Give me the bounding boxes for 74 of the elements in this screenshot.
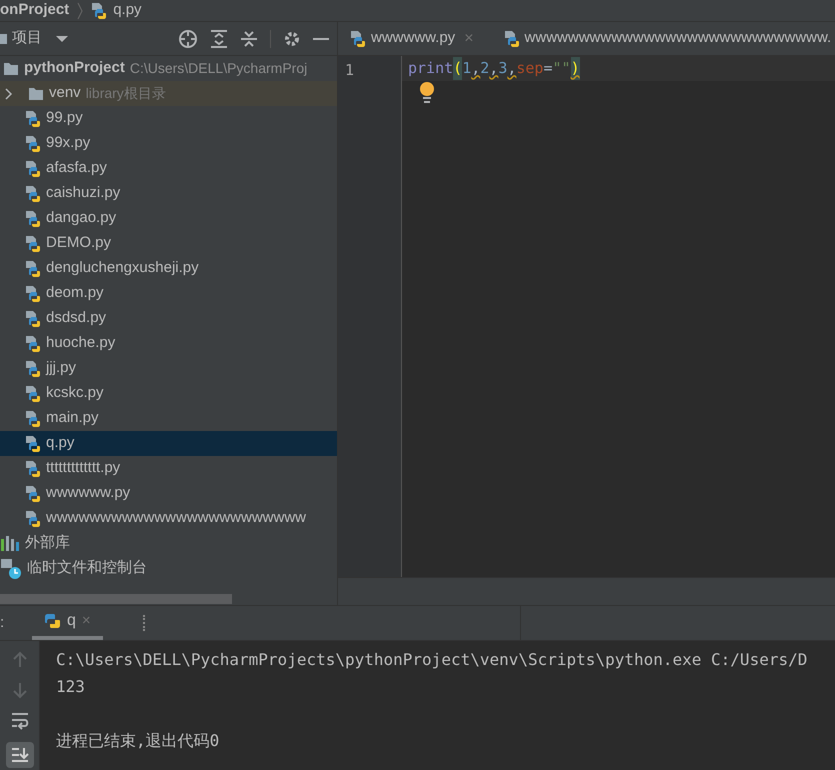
- python-file-icon: [25, 185, 41, 202]
- tree-item[interactable]: q.py: [46, 432, 74, 455]
- settings-icon: [283, 30, 301, 48]
- breadcrumb-item[interactable]: onProject: [0, 0, 70, 22]
- libraries-icon: [0, 535, 20, 552]
- tree-item[interactable]: afasfa.py: [46, 157, 107, 180]
- scroll-to-end-button[interactable]: [6, 742, 34, 768]
- tree-item[interactable]: main.py: [46, 407, 99, 430]
- panel-title: 项目: [12, 28, 42, 48]
- breadcrumb-item[interactable]: q.py: [113, 0, 142, 22]
- python-file-icon: [25, 285, 41, 302]
- python-file-icon: [504, 30, 520, 47]
- python-file-icon: [25, 260, 41, 277]
- python-file-icon: [350, 30, 366, 47]
- line-number: 1: [345, 60, 356, 81]
- tree-item[interactable]: 99x.py: [46, 132, 90, 155]
- up-arrow-icon: [12, 651, 28, 669]
- panel-label: :: [0, 612, 6, 633]
- minimize-icon: [313, 38, 329, 40]
- down-arrow-icon: [12, 681, 28, 699]
- tree-item[interactable]: 99.py: [46, 107, 83, 130]
- horizontal-scrollbar[interactable]: [0, 594, 232, 604]
- path-hint: C:\Users\DELL\PycharmProj: [130, 59, 308, 78]
- python-file-icon: [25, 435, 41, 452]
- tree-item[interactable]: dsdsd.py: [46, 307, 106, 330]
- python-file-icon: [25, 385, 41, 402]
- python-file-icon: [25, 410, 41, 427]
- tree-item[interactable]: kcskc.py: [46, 382, 104, 405]
- tree-item[interactable]: deom.py: [46, 282, 104, 305]
- console-line: 进程已结束,退出代码0: [56, 730, 220, 752]
- tree-item[interactable]: dangao.py: [46, 207, 116, 230]
- path-hint: library根目录: [86, 84, 166, 103]
- run-tab[interactable]: q ×: [32, 606, 103, 640]
- console-line: C:\Users\DELL\PycharmProjects\pythonProject\venv\Scripts\python.exe C:/Users/D: [56, 649, 808, 671]
- lightbulb-icon: [419, 82, 435, 103]
- tree-item[interactable]: ttttttttttttt.py: [46, 457, 120, 480]
- console-line: 123: [56, 676, 86, 698]
- collapse-all-icon: [240, 30, 258, 48]
- python-file-icon: [25, 360, 41, 377]
- python-file-icon: [25, 110, 41, 127]
- python-file-icon: [25, 460, 41, 477]
- python-file-icon: [25, 210, 41, 227]
- tree-item[interactable]: dengluchengxusheji.py: [46, 257, 199, 280]
- tree-item[interactable]: wwwwww.py: [46, 482, 130, 505]
- project-icon: [0, 32, 7, 46]
- tree-item[interactable]: venv: [49, 82, 81, 105]
- folder-icon: [28, 86, 44, 102]
- python-file-icon: [25, 335, 41, 352]
- tree-item[interactable]: wwwwwwwwwwwwwwwwwwwwwwww: [46, 507, 306, 530]
- scratch-clock-icon: [0, 558, 22, 580]
- soft-wrap-icon: [10, 711, 28, 730]
- python-file-icon: [25, 160, 41, 177]
- python-file-icon: [25, 135, 41, 152]
- python-file-icon: [25, 510, 41, 527]
- tree-item[interactable]: huoche.py: [46, 332, 116, 355]
- python-file-icon: [25, 485, 41, 502]
- python-file-icon: [91, 2, 108, 19]
- expand-all-icon: [210, 30, 228, 48]
- scroll-to-end-icon: [10, 747, 28, 763]
- tree-item[interactable]: DEMO.py: [46, 232, 112, 255]
- tree-item[interactable]: caishuzi.py: [46, 182, 120, 205]
- python-icon: [44, 613, 61, 629]
- locate-icon: [178, 28, 198, 48]
- tree-item[interactable]: 外部库: [25, 532, 70, 555]
- editor-tab[interactable]: wwwwwwwwwwwwwwwwwwwwwwwwwwww.: [490, 22, 832, 55]
- folder-icon: [3, 60, 19, 76]
- editor-tab[interactable]: wwwwww.py ×: [338, 22, 490, 55]
- tree-item[interactable]: 临时文件和控制台: [27, 557, 147, 580]
- python-file-icon: [25, 235, 41, 252]
- chevron-icon: [77, 2, 84, 20]
- python-file-icon: [25, 310, 41, 327]
- tree-item[interactable]: jjj.py: [46, 357, 76, 380]
- tree-item[interactable]: pythonProject: [24, 57, 125, 80]
- caret-icon: [56, 36, 68, 42]
